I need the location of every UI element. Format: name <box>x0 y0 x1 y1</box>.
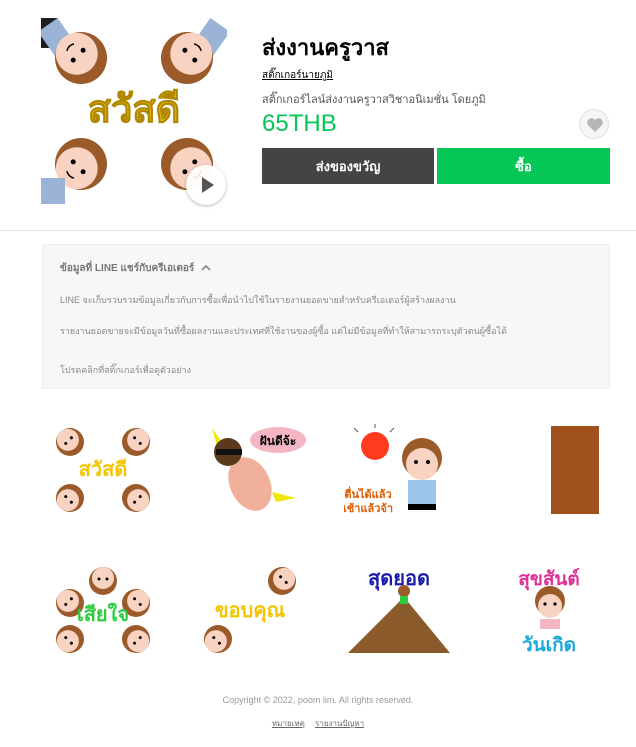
sticker-caption: เสียใจ <box>77 602 129 626</box>
chevron-up-icon <box>201 265 211 271</box>
buy-button[interactable]: ซื้อ <box>437 148 610 184</box>
play-preview-button[interactable] <box>186 165 226 205</box>
copyright-text: Copyright © 2022, poom lim. All rights r… <box>222 695 414 705</box>
sticker-door[interactable] <box>494 422 604 518</box>
product-title: ส่งงานครูวาส <box>262 35 389 60</box>
sticker-sad[interactable]: เสียใจ <box>48 563 158 659</box>
footer-links: หมายเหตุ รายงานปัญหา <box>0 717 636 730</box>
product-header: สวัสดี ส่งงานครูวาส สติ๊กเกอร์นายภูมิ สต… <box>0 0 636 231</box>
send-gift-button[interactable]: ส่งของขวัญ <box>262 148 434 184</box>
sticker-wake-up[interactable]: ตื่นได้แล้ว เช้าแล้วจ้า <box>344 422 454 518</box>
product-description: สติ๊กเกอร์ไลน์ส่งงานครูวาสวิชาอนิเมชั่น … <box>262 94 486 106</box>
info-heading: ข้อมูลที่ LINE แชร์กับครีเอเตอร์ <box>60 263 195 274</box>
sticker-awesome[interactable]: สุดยอด <box>344 563 454 659</box>
play-icon <box>202 177 214 193</box>
report-problem-link[interactable]: รายงานปัญหา <box>315 719 364 728</box>
favorite-button[interactable] <box>579 109 609 139</box>
sticker-happy-birthday[interactable]: สุขสันต์ วันเกิด <box>494 563 604 659</box>
sticker-caption-line2: วันเกิด <box>522 634 576 656</box>
creator-info-panel: ข้อมูลที่ LINE แชร์กับครีเอเตอร์ LINE จะ… <box>42 244 610 389</box>
sticker-caption-line1: ตื่นได้แล้ว <box>344 486 391 501</box>
info-text-2: รายงานยอดขายจะมีข้อมูลวันที่ซื้อผลงานและ… <box>60 326 507 336</box>
info-toggle[interactable]: ข้อมูลที่ LINE แชร์กับครีเอเตอร์ <box>60 261 211 276</box>
sticker-good-night[interactable]: ฝันดีจ้ะ <box>198 422 308 518</box>
heart-icon <box>587 118 603 132</box>
info-text-1: LINE จะเก็บรวบรวมข้อมูลเกี่ยวกับการซื้อเ… <box>60 295 456 305</box>
main-sticker-caption: สวัสดี <box>88 87 180 131</box>
sticker-caption-line2: เช้าแล้วจ้า <box>344 502 393 515</box>
notes-link[interactable]: หมายเหตุ <box>272 719 305 728</box>
sticker-thank-you[interactable]: ขอบคุณ <box>198 563 308 659</box>
sticker-greeting[interactable]: สวัสดี <box>48 422 158 518</box>
sticker-caption: ฝันดีจ้ะ <box>260 434 297 448</box>
product-price: 65THB <box>262 110 337 137</box>
sticker-caption: สุดยอด <box>368 566 430 591</box>
author-link[interactable]: สติ๊กเกอร์นายภูมิ <box>262 68 333 83</box>
sticker-caption: สวัสดี <box>79 457 128 481</box>
preview-hint: โปรดคลิกที่สติ๊กเกอร์เพื่อดูตัวอย่าง <box>60 365 191 375</box>
sticker-caption: ขอบคุณ <box>215 598 286 623</box>
